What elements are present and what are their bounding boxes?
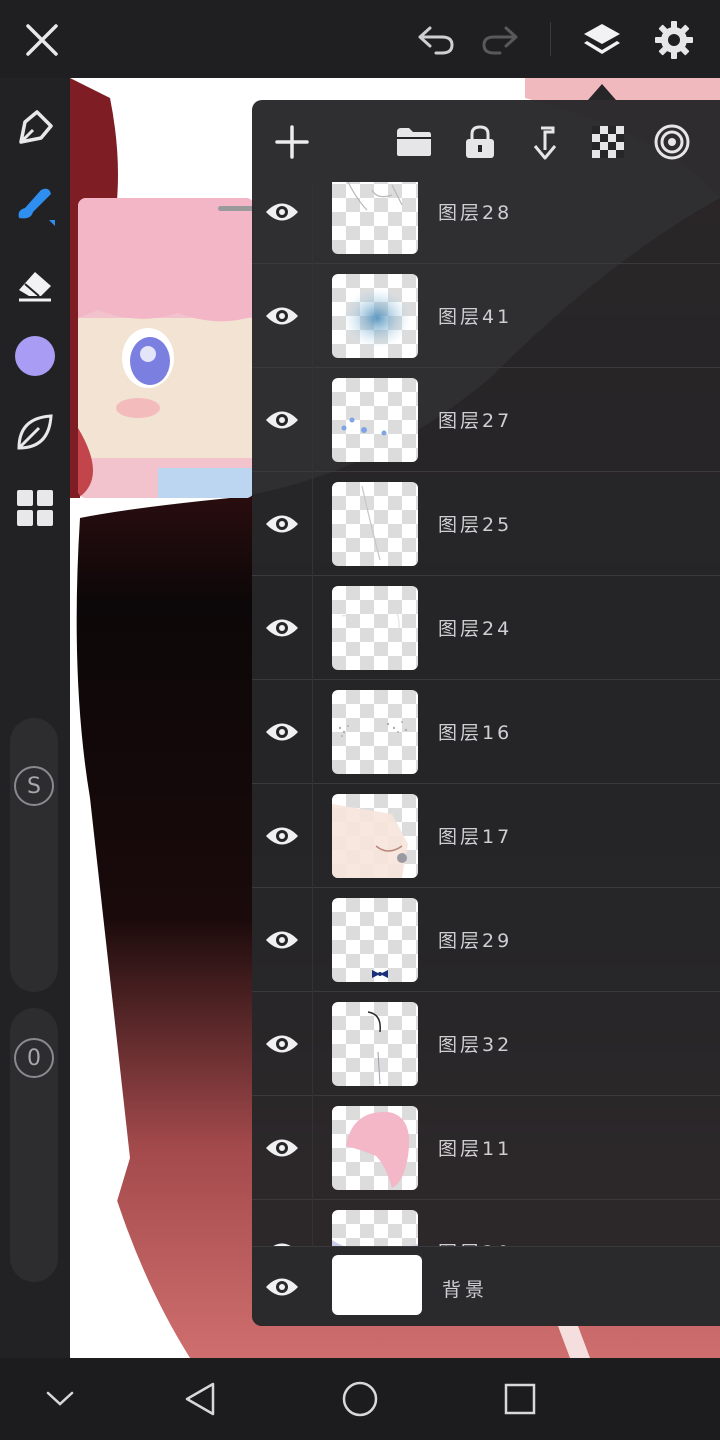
visibility-eye-icon[interactable] <box>262 1026 302 1062</box>
layer-thumbnail <box>332 898 418 982</box>
visibility-eye-icon[interactable] <box>262 402 302 438</box>
row-divider <box>312 368 313 472</box>
toolbar-divider <box>550 22 551 56</box>
layer-thumbnail <box>332 1210 418 1246</box>
system-nav-bar <box>0 1358 720 1440</box>
close-icon[interactable] <box>16 14 68 66</box>
layer-name: 图层17 <box>438 826 513 848</box>
visibility-eye-icon[interactable] <box>262 1234 302 1246</box>
layer-thumbnail <box>332 378 418 462</box>
reference-drag-handle[interactable] <box>218 206 254 211</box>
layer-thumbnail <box>332 482 418 566</box>
visibility-eye-icon[interactable] <box>262 1130 302 1166</box>
recents-square-icon[interactable] <box>495 1374 545 1424</box>
layer-row[interactable]: 图层24 <box>252 576 720 680</box>
visibility-eye-icon[interactable] <box>262 194 302 230</box>
lock-icon[interactable] <box>452 114 508 170</box>
undo-icon[interactable] <box>410 14 462 66</box>
layer-thumbnail <box>332 690 418 774</box>
top-toolbar <box>0 0 720 78</box>
row-divider <box>312 888 313 992</box>
background-layer-row[interactable]: 背景 <box>252 1246 720 1326</box>
row-divider <box>312 1096 313 1200</box>
layer-name: 图层25 <box>438 514 513 536</box>
layer-thumbnail <box>332 182 418 254</box>
layers-panel: 图层28 图层41 图层27 图层25 图层24 图层16 图层17 图层29 … <box>252 100 720 1326</box>
pen-tool-icon[interactable] <box>9 102 61 154</box>
layer-row[interactable]: 图层25 <box>252 472 720 576</box>
layers-toolbar <box>252 100 720 182</box>
row-divider <box>312 1200 313 1246</box>
gear-icon[interactable] <box>648 14 700 66</box>
layer-name: 图层28 <box>438 202 513 224</box>
drawing-app: S 0 图层28 图层41 图层27 图层25 图层24 图层16 图层17 图… <box>0 0 720 1440</box>
background-layer-name: 背景 <box>442 1279 489 1301</box>
layer-name: 图层32 <box>438 1034 513 1056</box>
layer-row[interactable]: 图层41 <box>252 264 720 368</box>
layer-thumbnail <box>332 586 418 670</box>
reference-character <box>78 198 254 498</box>
merge-down-icon[interactable] <box>516 114 572 170</box>
leaf-smudge-icon[interactable] <box>9 406 61 458</box>
layer-row[interactable]: 图层27 <box>252 368 720 472</box>
layer-thumbnail <box>332 274 418 358</box>
layer-thumbnail <box>332 1106 418 1190</box>
visibility-eye-icon[interactable] <box>262 610 302 646</box>
color-swatch[interactable] <box>9 330 61 382</box>
opacity-slider-label: 0 <box>27 1045 41 1071</box>
layer-thumbnail <box>332 794 418 878</box>
add-layer-icon[interactable] <box>264 114 320 170</box>
layer-name: 图层29 <box>438 930 513 952</box>
gallery-grid-icon[interactable] <box>9 482 61 534</box>
eraser-icon[interactable] <box>9 258 61 310</box>
chevron-down-icon[interactable] <box>35 1374 85 1424</box>
back-triangle-icon[interactable] <box>175 1374 225 1424</box>
layer-name: 图层20 <box>438 1238 512 1246</box>
panel-pointer <box>588 84 616 100</box>
layer-row[interactable]: 图层11 <box>252 1096 720 1200</box>
transparency-icon[interactable] <box>580 114 636 170</box>
brush-size-knob[interactable]: S <box>14 766 54 806</box>
folder-icon[interactable] <box>386 114 442 170</box>
layers-icon[interactable] <box>576 14 628 66</box>
active-color-dot <box>15 336 55 376</box>
row-divider <box>312 784 313 888</box>
layer-name: 图层24 <box>438 618 513 640</box>
row-divider <box>312 680 313 784</box>
opacity-knob[interactable]: 0 <box>14 1038 54 1078</box>
brush-icon[interactable] <box>9 178 61 230</box>
layer-row[interactable]: 图层16 <box>252 680 720 784</box>
layer-row[interactable]: 图层20 <box>252 1200 720 1246</box>
size-slider-label: S <box>27 773 41 799</box>
visibility-eye-icon[interactable] <box>262 922 302 958</box>
layer-row[interactable]: 图层28 <box>252 182 720 264</box>
layer-row[interactable]: 图层29 <box>252 888 720 992</box>
layer-row[interactable]: 图层32 <box>252 992 720 1096</box>
layer-name: 图层41 <box>438 306 513 328</box>
row-divider <box>312 264 313 368</box>
reference-image[interactable] <box>78 198 254 498</box>
visibility-eye-icon[interactable] <box>262 506 302 542</box>
target-icon[interactable] <box>644 114 700 170</box>
row-divider <box>312 182 313 264</box>
layer-row[interactable]: 图层17 <box>252 784 720 888</box>
layer-name: 图层16 <box>438 722 513 744</box>
layer-name: 图层27 <box>438 410 513 432</box>
row-divider <box>312 472 313 576</box>
brush-size-slider[interactable] <box>10 718 58 992</box>
left-toolbar: S 0 <box>0 78 70 1358</box>
layer-name: 图层11 <box>438 1138 513 1160</box>
visibility-eye-icon[interactable] <box>262 1269 302 1305</box>
background-thumbnail <box>332 1255 422 1315</box>
layer-list[interactable]: 图层28 图层41 图层27 图层25 图层24 图层16 图层17 图层29 … <box>252 182 720 1246</box>
home-circle-icon[interactable] <box>335 1374 385 1424</box>
redo-icon[interactable] <box>474 14 526 66</box>
visibility-eye-icon[interactable] <box>262 298 302 334</box>
layer-thumbnail <box>332 1002 418 1086</box>
visibility-eye-icon[interactable] <box>262 714 302 750</box>
row-divider <box>312 992 313 1096</box>
row-divider <box>312 576 313 680</box>
visibility-eye-icon[interactable] <box>262 818 302 854</box>
